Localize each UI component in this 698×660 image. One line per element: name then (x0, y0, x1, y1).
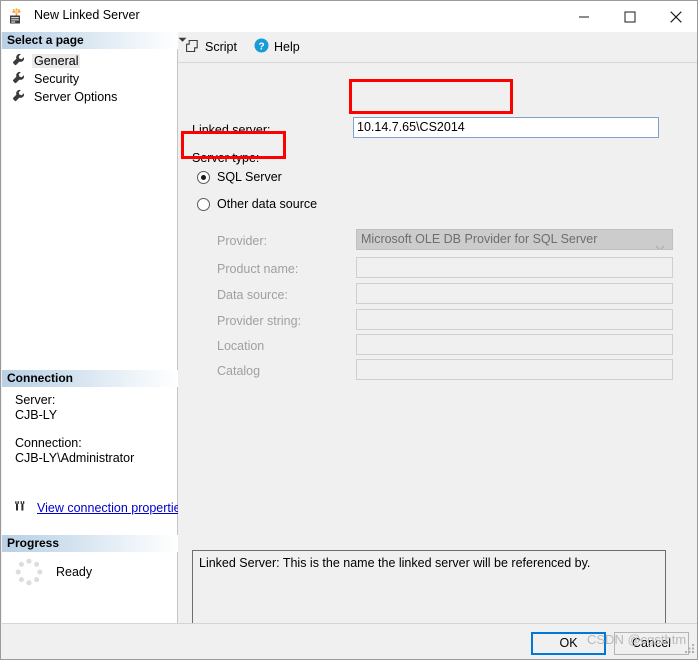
catalog-label: Catalog (217, 364, 261, 378)
resize-grip[interactable] (684, 643, 695, 657)
help-circle-icon: ? (254, 38, 269, 56)
product-name-label: Product name: (217, 262, 299, 276)
progress-header: Progress (2, 535, 178, 552)
radio-sql-server[interactable]: SQL Server (197, 170, 282, 184)
connection-server-label: Server: (15, 393, 56, 407)
connection-properties-icon (15, 499, 30, 516)
content-pane: Script ? Help Linked server: 10.14.7.65\… (178, 32, 697, 630)
provider-string-input[interactable] (356, 309, 673, 330)
radio-other-data-source[interactable]: Other data source (197, 197, 317, 211)
wrench-icon (12, 53, 25, 69)
radio-indicator (197, 170, 210, 184)
svg-text:?: ? (258, 41, 264, 52)
minimize-button[interactable] (561, 1, 607, 32)
sidebar-item-label: Server Options (34, 90, 118, 104)
provider-value: Microsoft OLE DB Provider for SQL Server (361, 232, 598, 246)
close-button[interactable] (653, 1, 697, 32)
sidebar: Select a page General Security Server Op… (2, 32, 187, 623)
chevron-down-icon (655, 238, 665, 249)
dialog-toolbar: Script ? Help (178, 32, 697, 63)
dialog-footer: OK Cancel (2, 623, 697, 659)
data-source-label: Data source: (217, 288, 288, 302)
wrench-icon (12, 89, 25, 105)
server-type-label: Server type: (192, 151, 260, 165)
connection-user-value: CJB-LY\Administrator (15, 451, 135, 465)
location-input[interactable] (356, 334, 673, 355)
provider-label: Provider: (217, 234, 268, 248)
help-label: Help (274, 40, 300, 54)
select-a-page-header: Select a page (2, 32, 178, 49)
radio-sql-server-label: SQL Server (217, 170, 282, 184)
radio-other-data-source-label: Other data source (217, 197, 318, 211)
connection-server-value: CJB-LY (15, 408, 58, 422)
progress-status-row: Ready (14, 557, 92, 587)
linked-server-input[interactable]: 10.14.7.65\CS2014 (353, 117, 659, 138)
script-button[interactable]: Script (186, 36, 237, 58)
maximize-button[interactable] (607, 1, 653, 32)
progress-status-text: Ready (56, 565, 93, 579)
connection-user-label: Connection: (15, 436, 82, 450)
cancel-button[interactable]: Cancel (614, 632, 689, 655)
linked-server-label: Linked server: (192, 123, 271, 137)
connection-header: Connection (2, 370, 178, 387)
ok-button[interactable]: OK (531, 632, 606, 655)
title-bar: New Linked Server (1, 1, 697, 32)
linked-server-icon (9, 8, 26, 25)
provider-string-label: Provider string: (217, 314, 302, 328)
help-description-panel: Linked Server: This is the name the link… (192, 550, 666, 630)
loading-spinner-icon (14, 557, 44, 587)
view-connection-properties-link[interactable]: View connection properties (15, 499, 187, 516)
help-button[interactable]: ? Help (254, 36, 300, 58)
radio-indicator (197, 197, 210, 211)
view-connection-properties-label: View connection properties (37, 500, 187, 515)
wrench-icon (12, 71, 25, 87)
location-label: Location (217, 339, 265, 353)
window-title: New Linked Server (34, 8, 140, 22)
linked-server-form: Linked server: 10.14.7.65\CS2014 Server … (178, 63, 697, 630)
new-linked-server-dialog: New Linked Server Select a page General (0, 0, 698, 660)
catalog-input[interactable] (356, 359, 673, 380)
sidebar-item-label: General (32, 54, 81, 68)
sidebar-item-security[interactable]: Security (12, 70, 81, 88)
sidebar-item-server-options[interactable]: Server Options (12, 88, 119, 106)
product-name-input[interactable] (356, 257, 673, 278)
sidebar-item-label: Security (34, 72, 80, 86)
sidebar-item-general[interactable]: General (12, 52, 81, 70)
script-icon (186, 39, 200, 56)
provider-combobox[interactable]: Microsoft OLE DB Provider for SQL Server (356, 229, 673, 250)
data-source-input[interactable] (356, 283, 673, 304)
script-label: Script (205, 40, 237, 54)
